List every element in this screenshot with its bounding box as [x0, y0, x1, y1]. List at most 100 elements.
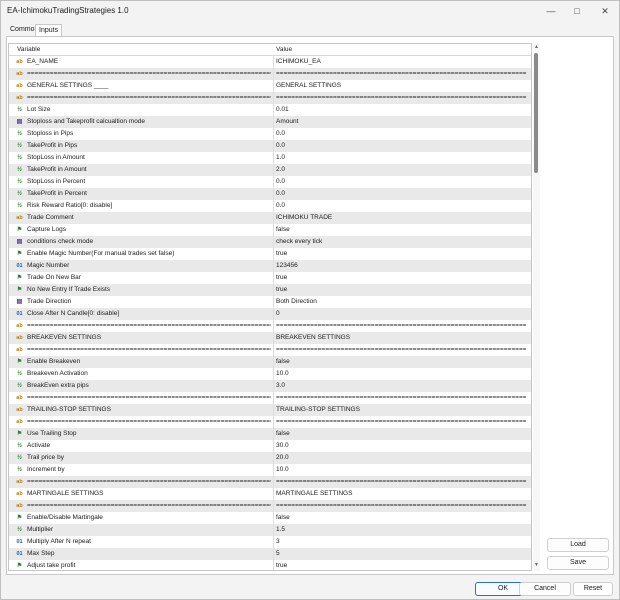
parameter-value[interactable]: 1.5	[276, 526, 526, 533]
parameter-value[interactable]: 0.0	[276, 178, 526, 185]
parameter-value[interactable]: 0.0	[276, 130, 526, 137]
parameter-row[interactable]: ½ Increment by 10.0	[9, 464, 531, 476]
parameter-value[interactable]: 3.0	[276, 382, 526, 389]
parameter-row[interactable]: ab Trade Comment ICHIMOKU TRADE	[9, 212, 531, 224]
parameter-value[interactable]: MARTINGALE SETTINGS	[276, 490, 526, 497]
parameter-value[interactable]: 10.0	[276, 466, 526, 473]
parameter-row[interactable]: ⚑ No New Entry If Trade Exists true	[9, 284, 531, 296]
parameter-value[interactable]: 1.0	[276, 154, 526, 161]
reset-button[interactable]: Reset	[573, 582, 613, 596]
parameter-value[interactable]: Both Direction	[276, 298, 526, 305]
maximize-icon[interactable]: □	[565, 1, 589, 21]
scroll-down-icon[interactable]: ▼	[533, 562, 540, 570]
parameter-value[interactable]: 3	[276, 538, 526, 545]
parameter-value[interactable]: 0	[276, 310, 526, 317]
parameter-value[interactable]: ICHIMOKU TRADE	[276, 214, 526, 221]
parameter-row[interactable]: ▤ conditions check mode check every tick	[9, 236, 531, 248]
parameter-row[interactable]: 01 Close After N Candle[0: disable] 0	[9, 308, 531, 320]
load-button[interactable]: Load	[547, 538, 609, 552]
parameter-value[interactable]: GENERAL SETTINGS	[276, 82, 526, 89]
parameter-row[interactable]: ½ Stoploss in Pips 0.0	[9, 128, 531, 140]
parameter-row[interactable]: ab ======================================…	[9, 392, 531, 404]
parameter-row[interactable]: ⚑ Enable Magic Number(For manual trades s…	[9, 248, 531, 260]
parameter-value[interactable]: BREAKEVEN SETTINGS	[276, 334, 526, 341]
parameter-value[interactable]: 10.0	[276, 370, 526, 377]
scroll-thumb[interactable]	[534, 53, 538, 173]
parameter-row[interactable]: ½ StopLoss in Amount 1.0	[9, 152, 531, 164]
parameter-row[interactable]: ab ======================================…	[9, 68, 531, 80]
parameter-row[interactable]: 01 Magic Number 123456	[9, 260, 531, 272]
parameter-value[interactable]: ========================================…	[276, 418, 526, 425]
parameter-value[interactable]: TRAILING-STOP SETTINGS	[276, 406, 526, 413]
double-type-icon: ½	[16, 167, 22, 173]
parameter-row[interactable]: ab MARTINGALE SETTINGS MARTINGALE SETTINGS	[9, 488, 531, 500]
parameter-value[interactable]: 30.0	[276, 442, 526, 449]
parameter-value[interactable]: true	[276, 562, 526, 569]
parameter-value[interactable]: 2.0	[276, 166, 526, 173]
parameter-row[interactable]: ab ======================================…	[9, 416, 531, 428]
parameter-value[interactable]: true	[276, 286, 526, 293]
parameter-value[interactable]: check every tick	[276, 238, 526, 245]
parameter-value[interactable]: ========================================…	[276, 94, 526, 101]
parameter-row[interactable]: ab ======================================…	[9, 476, 531, 488]
parameter-row[interactable]: ⚑ Trade On New Bar true	[9, 272, 531, 284]
parameter-row[interactable]: ⚑ Use Trailing Stop false	[9, 428, 531, 440]
parameter-row[interactable]: ab TRAILING-STOP SETTINGS TRAILING-STOP SE…	[9, 404, 531, 416]
parameter-row[interactable]: ½ TakeProfit in Amount 2.0	[9, 164, 531, 176]
parameter-value[interactable]: ========================================…	[276, 322, 526, 329]
parameter-row[interactable]: 01 Multiply After N repeat 3	[9, 536, 531, 548]
parameter-row[interactable]: ab ======================================…	[9, 344, 531, 356]
parameter-row[interactable]: ⚑ Adjust take profit true	[9, 560, 531, 570]
parameter-row[interactable]: ½ Multiplier 1.5	[9, 524, 531, 536]
parameter-row[interactable]: ab BREAKEVEN SETTINGS BREAKEVEN SETTINGS	[9, 332, 531, 344]
parameter-value[interactable]: 5	[276, 550, 526, 557]
parameter-row[interactable]: ▤ Stoploss and Takeprofit calcualtion mod…	[9, 116, 531, 128]
parameter-row[interactable]: ⚑ Enable/Disable Martingale false	[9, 512, 531, 524]
parameter-value[interactable]: 0.01	[276, 106, 526, 113]
parameter-row[interactable]: 01 Max Step 5	[9, 548, 531, 560]
parameter-value[interactable]: 123456	[276, 262, 526, 269]
parameter-value[interactable]: ========================================…	[276, 502, 526, 509]
save-button[interactable]: Save	[547, 556, 609, 570]
close-icon[interactable]: ✕	[593, 1, 617, 21]
parameter-value[interactable]: 20.0	[276, 454, 526, 461]
minimize-icon[interactable]: —	[539, 1, 563, 21]
parameter-row[interactable]: ½ StopLoss in Percent 0.0	[9, 176, 531, 188]
parameter-row[interactable]: ⚑ Enable Breakeven false	[9, 356, 531, 368]
parameter-row[interactable]: ½ Trail price by 20.0	[9, 452, 531, 464]
parameter-value[interactable]: true	[276, 250, 526, 257]
parameter-value[interactable]: false	[276, 226, 526, 233]
parameter-value[interactable]: ========================================…	[276, 346, 526, 353]
parameter-row[interactable]: ½ Lot Size 0.01	[9, 104, 531, 116]
parameter-value[interactable]: ========================================…	[276, 394, 526, 401]
parameter-value[interactable]: false	[276, 430, 526, 437]
parameter-row[interactable]: ab ======================================…	[9, 92, 531, 104]
parameter-row[interactable]: ab ======================================…	[9, 320, 531, 332]
parameter-row[interactable]: ½ Risk Reward Ratio[0: disable] 0.0	[9, 200, 531, 212]
parameter-row[interactable]: ½ Breakeven Activation 10.0	[9, 368, 531, 380]
parameter-value[interactable]: ========================================…	[276, 478, 526, 485]
parameter-value[interactable]: 0.0	[276, 190, 526, 197]
parameter-value[interactable]: false	[276, 358, 526, 365]
parameter-row[interactable]: ▤ Trade Direction Both Direction	[9, 296, 531, 308]
parameter-value[interactable]: 0.0	[276, 202, 526, 209]
parameter-row[interactable]: ½ TakeProfit in Percent 0.0	[9, 188, 531, 200]
parameter-value[interactable]: false	[276, 514, 526, 521]
parameter-row[interactable]: ½ BreakEven extra pips 3.0	[9, 380, 531, 392]
parameter-row[interactable]: ab GENERAL SETTINGS ____ GENERAL SETTINGS	[9, 80, 531, 92]
scroll-up-icon[interactable]: ▲	[533, 44, 540, 52]
parameter-value[interactable]: ICHIMOKU_EA	[276, 58, 526, 65]
parameter-value[interactable]: 0.0	[276, 142, 526, 149]
parameter-row[interactable]: ab ======================================…	[9, 500, 531, 512]
column-header-variable[interactable]: Variable	[17, 46, 40, 53]
parameter-value[interactable]: true	[276, 274, 526, 281]
parameter-row[interactable]: ½ TakeProfit in Pips 0.0	[9, 140, 531, 152]
parameter-row[interactable]: ab EA_NAME ICHIMOKU_EA	[9, 56, 531, 68]
parameter-value[interactable]: ========================================…	[276, 70, 526, 77]
title-bar[interactable]: EA-IchimokuTradingStrategies 1.0 — □ ✕	[1, 1, 619, 21]
column-header-value[interactable]: Value	[276, 46, 292, 53]
parameter-value[interactable]: Amount	[276, 118, 526, 125]
cancel-button[interactable]: Cancel	[519, 582, 571, 596]
parameter-row[interactable]: ⚑ Capture Logs false	[9, 224, 531, 236]
parameter-row[interactable]: ½ Activate 30.0	[9, 440, 531, 452]
